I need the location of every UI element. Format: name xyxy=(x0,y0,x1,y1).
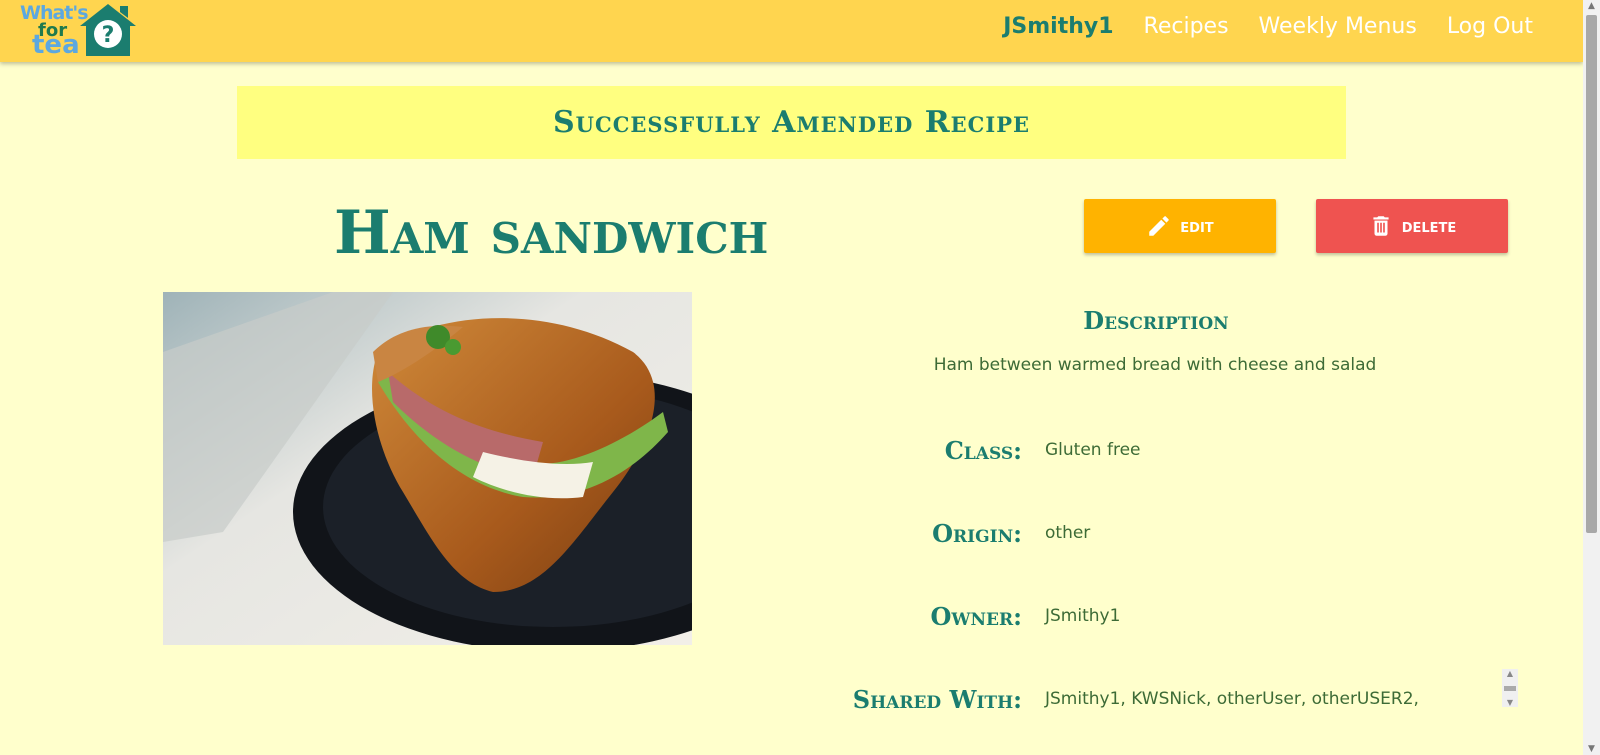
scroll-thumb[interactable] xyxy=(1504,685,1516,691)
description-text: Ham between warmed bread with cheese and… xyxy=(933,355,1377,375)
navbar: What's for tea ? JSmithy1 Recipes Weekly… xyxy=(0,0,1583,62)
flash-message: Successfully Amended Recipe xyxy=(237,86,1346,159)
edit-button-label: edit xyxy=(1180,215,1214,237)
nav-weekly-menus-link[interactable]: Weekly Menus xyxy=(1259,14,1417,39)
house-question-icon: ? xyxy=(80,4,136,56)
origin-label: Origin: xyxy=(932,519,1022,548)
recipe-image xyxy=(163,292,692,645)
logo[interactable]: What's for tea ? xyxy=(20,0,140,62)
flash-message-text: Successfully Amended Recipe xyxy=(553,105,1030,140)
nav-recipes-link[interactable]: Recipes xyxy=(1144,14,1229,39)
shared-with-label: Shared With: xyxy=(852,685,1022,714)
page-scroll-up-icon[interactable]: ▲ xyxy=(1583,1,1600,11)
page-scroll-down-icon[interactable]: ▼ xyxy=(1583,744,1600,754)
page-scroll-thumb[interactable] xyxy=(1586,15,1597,533)
scroll-up-icon[interactable]: ▲ xyxy=(1507,669,1513,678)
page-scrollbar[interactable]: ▲ ▼ xyxy=(1583,0,1600,755)
pencil-icon xyxy=(1149,216,1170,236)
svg-text:?: ? xyxy=(102,23,115,48)
owner-label: Owner: xyxy=(930,602,1022,631)
description-heading: Description xyxy=(1083,306,1229,335)
shared-with-scrollbar[interactable]: ▲ ▼ xyxy=(1502,669,1518,707)
class-label: Class: xyxy=(944,436,1022,465)
nav-logout-link[interactable]: Log Out xyxy=(1447,14,1533,39)
shared-with-value: JSmithy1, KWSNick, otherUser, otherUSER2… xyxy=(1045,689,1419,709)
logo-text-tea: tea xyxy=(32,30,80,60)
origin-value: other xyxy=(1045,523,1091,543)
class-value: Gluten free xyxy=(1045,440,1141,460)
recipe-title: Ham sandwich xyxy=(334,198,769,268)
delete-button-label: delete xyxy=(1401,215,1457,237)
edit-button[interactable]: edit xyxy=(1084,199,1276,253)
trash-icon xyxy=(1373,216,1389,236)
scroll-down-icon[interactable]: ▼ xyxy=(1507,698,1513,707)
delete-button[interactable]: delete xyxy=(1316,199,1508,253)
nav-user-link[interactable]: JSmithy1 xyxy=(1003,14,1113,39)
owner-value: JSmithy1 xyxy=(1045,606,1121,626)
nav-links: JSmithy1 Recipes Weekly Menus Log Out xyxy=(1003,14,1533,39)
